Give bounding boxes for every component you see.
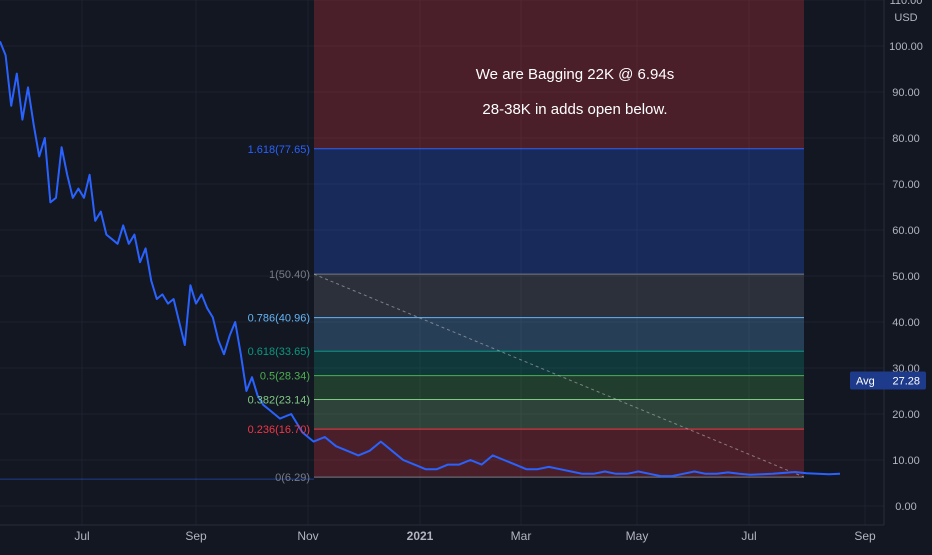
time-axis-panel[interactable]	[0, 525, 932, 550]
x-tick-label: Mar	[511, 529, 532, 543]
chart: 1.618(77.65) 1(50.40) 0.786(40.96) 0.618(33…	[0, 0, 932, 550]
fib-level-label: 1.618(77.65)	[248, 144, 310, 156]
fib-zone	[314, 148, 804, 275]
x-tick-label: Jul	[74, 529, 89, 543]
annotation-text: 28-38K in adds open below.	[482, 101, 667, 118]
fib-zone	[314, 274, 804, 318]
y-tick-label: 70.00	[892, 179, 920, 191]
currency-label: USD	[894, 12, 917, 24]
avg-badge-label: Avg	[856, 376, 875, 388]
fib-level-label: 0.5(28.34)	[260, 371, 310, 383]
fib-zone	[314, 399, 804, 430]
y-tick-label: 50.00	[892, 271, 920, 283]
y-tick-label: 10.00	[892, 455, 920, 467]
x-tick-label: May	[626, 529, 649, 543]
price-axis-panel[interactable]	[884, 0, 932, 525]
y-tick-label: 80.00	[892, 133, 920, 145]
y-tick-label: 90.00	[892, 87, 920, 99]
fib-level-label: 0.786(40.96)	[248, 313, 310, 325]
fib-zone	[314, 351, 804, 376]
x-tick-label: Sep	[185, 529, 207, 543]
x-tick-label: Nov	[297, 529, 318, 543]
fib-zone	[314, 317, 804, 352]
x-tick-label: Sep	[854, 529, 876, 543]
y-tick-label: 110.00	[890, 0, 923, 7]
x-tick-label: Jul	[741, 529, 756, 543]
fib-level-label: 0.236(16.70)	[248, 424, 310, 436]
fib-zone	[314, 375, 804, 400]
y-tick-label: 20.00	[892, 409, 920, 421]
fib-level-label: 1(50.40)	[269, 269, 310, 281]
y-tick-label: 60.00	[892, 225, 920, 237]
y-tick-label: 100.00	[889, 41, 923, 53]
x-tick-label: 2021	[407, 529, 434, 543]
fib-level-label: 0.618(33.65)	[248, 346, 310, 358]
y-tick-label: 0.00	[895, 501, 916, 513]
fib-level-label: 0(6.29)	[275, 472, 310, 484]
price-chart-svg: 1.618(77.65) 1(50.40) 0.786(40.96) 0.618(33…	[0, 0, 932, 550]
avg-badge: Avg 27.28	[850, 371, 926, 390]
annotation-text: We are Bagging 22K @ 6.94s	[476, 66, 674, 83]
y-tick-label: 40.00	[892, 317, 920, 329]
avg-badge-value: 27.28	[892, 376, 920, 388]
fib-level-label: 0.382(23.14)	[248, 395, 310, 407]
